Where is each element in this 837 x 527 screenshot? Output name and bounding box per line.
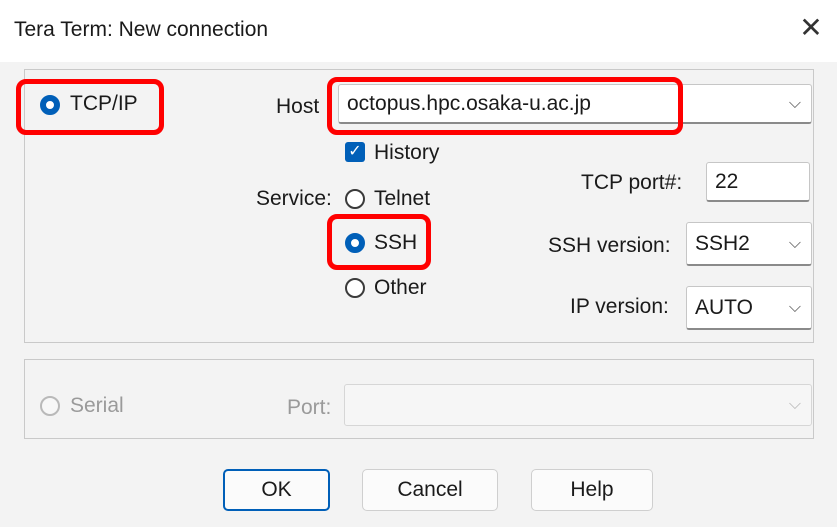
ssh-version-value: SSH2 — [695, 231, 750, 255]
ip-version-label: IP version: — [570, 295, 669, 318]
service-label: Service: — [256, 187, 332, 210]
ok-button[interactable]: OK — [223, 469, 330, 511]
tcp-port-label: TCP port#: — [581, 171, 683, 194]
ssh-version-label: SSH version: — [548, 234, 671, 257]
port-label: Port: — [287, 396, 332, 419]
chevron-down-icon[interactable]: ⌵ — [789, 95, 801, 113]
host-label: Host — [276, 95, 320, 118]
ip-version-select[interactable]: AUTO ⌵ — [686, 286, 812, 330]
window-title: Tera Term: New connection — [14, 18, 269, 41]
other-radio[interactable] — [345, 278, 365, 298]
history-checkbox[interactable]: ✓ — [345, 142, 365, 162]
highlight-tcpip — [16, 79, 164, 135]
chevron-down-icon[interactable]: ⌵ — [789, 396, 801, 414]
other-label: Other — [374, 276, 427, 299]
chevron-down-icon[interactable]: ⌵ — [789, 235, 801, 253]
serial-label: Serial — [70, 394, 124, 417]
title-bar: Tera Term: New connection ✕ — [0, 0, 837, 62]
telnet-label: Telnet — [374, 187, 431, 210]
tcp-port-field[interactable]: 22 — [706, 162, 810, 202]
tcp-port-value: 22 — [715, 169, 739, 193]
new-connection-dialog: Tera Term: New connection ✕ TCP/IP Host … — [0, 0, 837, 527]
highlight-ssh — [327, 214, 431, 270]
highlight-host — [327, 77, 683, 135]
close-icon[interactable]: ✕ — [793, 10, 829, 46]
serial-radio[interactable] — [40, 396, 60, 416]
history-label: History — [374, 141, 440, 164]
serial-port-select[interactable]: ⌵ — [344, 384, 812, 426]
cancel-button[interactable]: Cancel — [362, 469, 498, 511]
ip-version-value: AUTO — [695, 295, 753, 319]
ssh-version-select[interactable]: SSH2 ⌵ — [686, 222, 812, 266]
chevron-down-icon[interactable]: ⌵ — [789, 299, 801, 317]
help-button[interactable]: Help — [531, 469, 653, 511]
telnet-radio[interactable] — [345, 189, 365, 209]
